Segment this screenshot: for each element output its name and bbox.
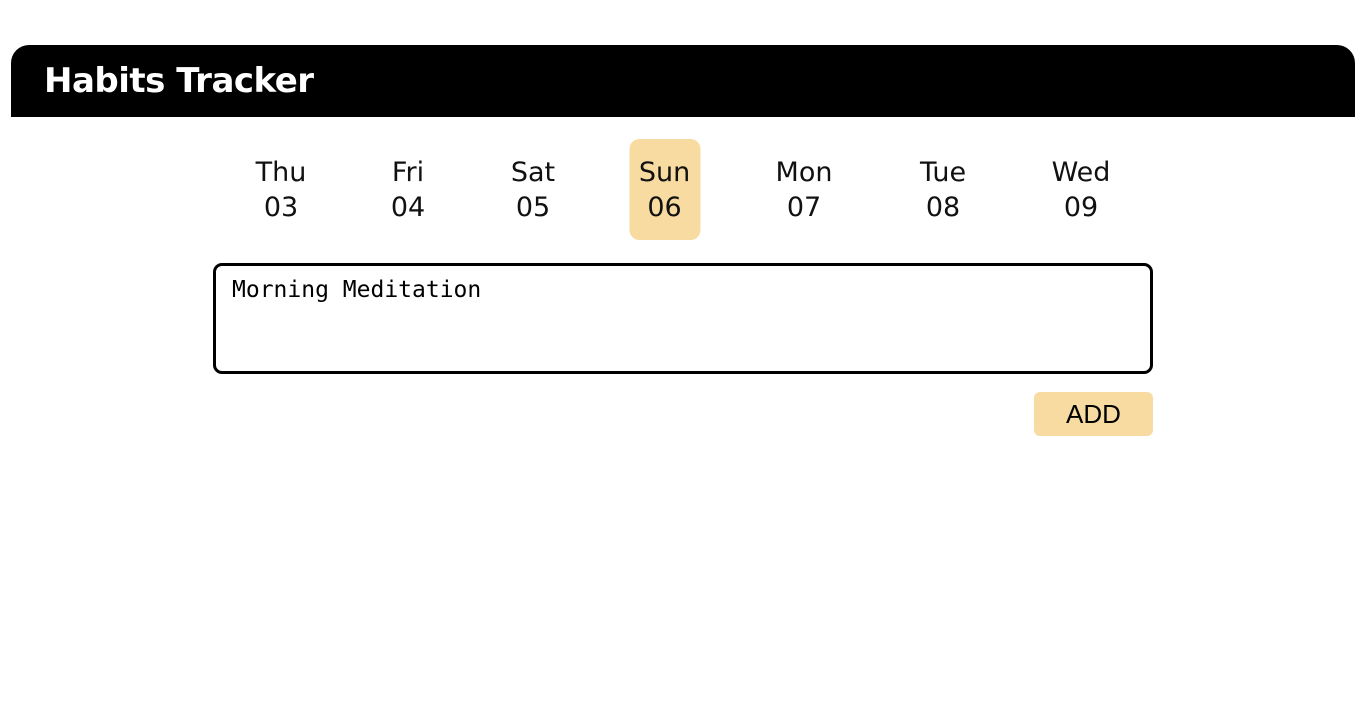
day-weekday: Tue (919, 156, 967, 188)
day-fri[interactable]: Fri 04 (381, 139, 435, 240)
day-date: 08 (925, 191, 961, 223)
day-weekday: Wed (1051, 156, 1111, 188)
day-weekday: Sun (638, 156, 691, 188)
day-date: 07 (786, 191, 822, 223)
add-button[interactable]: ADD (1034, 392, 1153, 436)
day-date: 05 (515, 191, 551, 223)
day-sun-selected[interactable]: Sun 06 (629, 139, 700, 240)
day-tue[interactable]: Tue 08 (910, 139, 976, 240)
app-header: Habits Tracker (11, 45, 1355, 117)
day-date: 03 (263, 191, 299, 223)
day-date: 06 (647, 191, 682, 223)
day-thu[interactable]: Thu 03 (246, 139, 317, 240)
day-wed[interactable]: Wed 09 (1042, 139, 1121, 240)
day-weekday: Fri (391, 156, 425, 188)
day-weekday: Thu (255, 156, 307, 188)
day-sat[interactable]: Sat 05 (501, 139, 565, 240)
day-date: 09 (1063, 191, 1099, 223)
day-date: 04 (390, 191, 426, 223)
day-mon[interactable]: Mon 07 (766, 139, 843, 240)
day-weekday: Sat (510, 156, 556, 188)
app-title: Habits Tracker (44, 61, 314, 101)
day-weekday: Mon (775, 156, 833, 188)
habit-input[interactable]: Morning Meditation (213, 263, 1153, 374)
